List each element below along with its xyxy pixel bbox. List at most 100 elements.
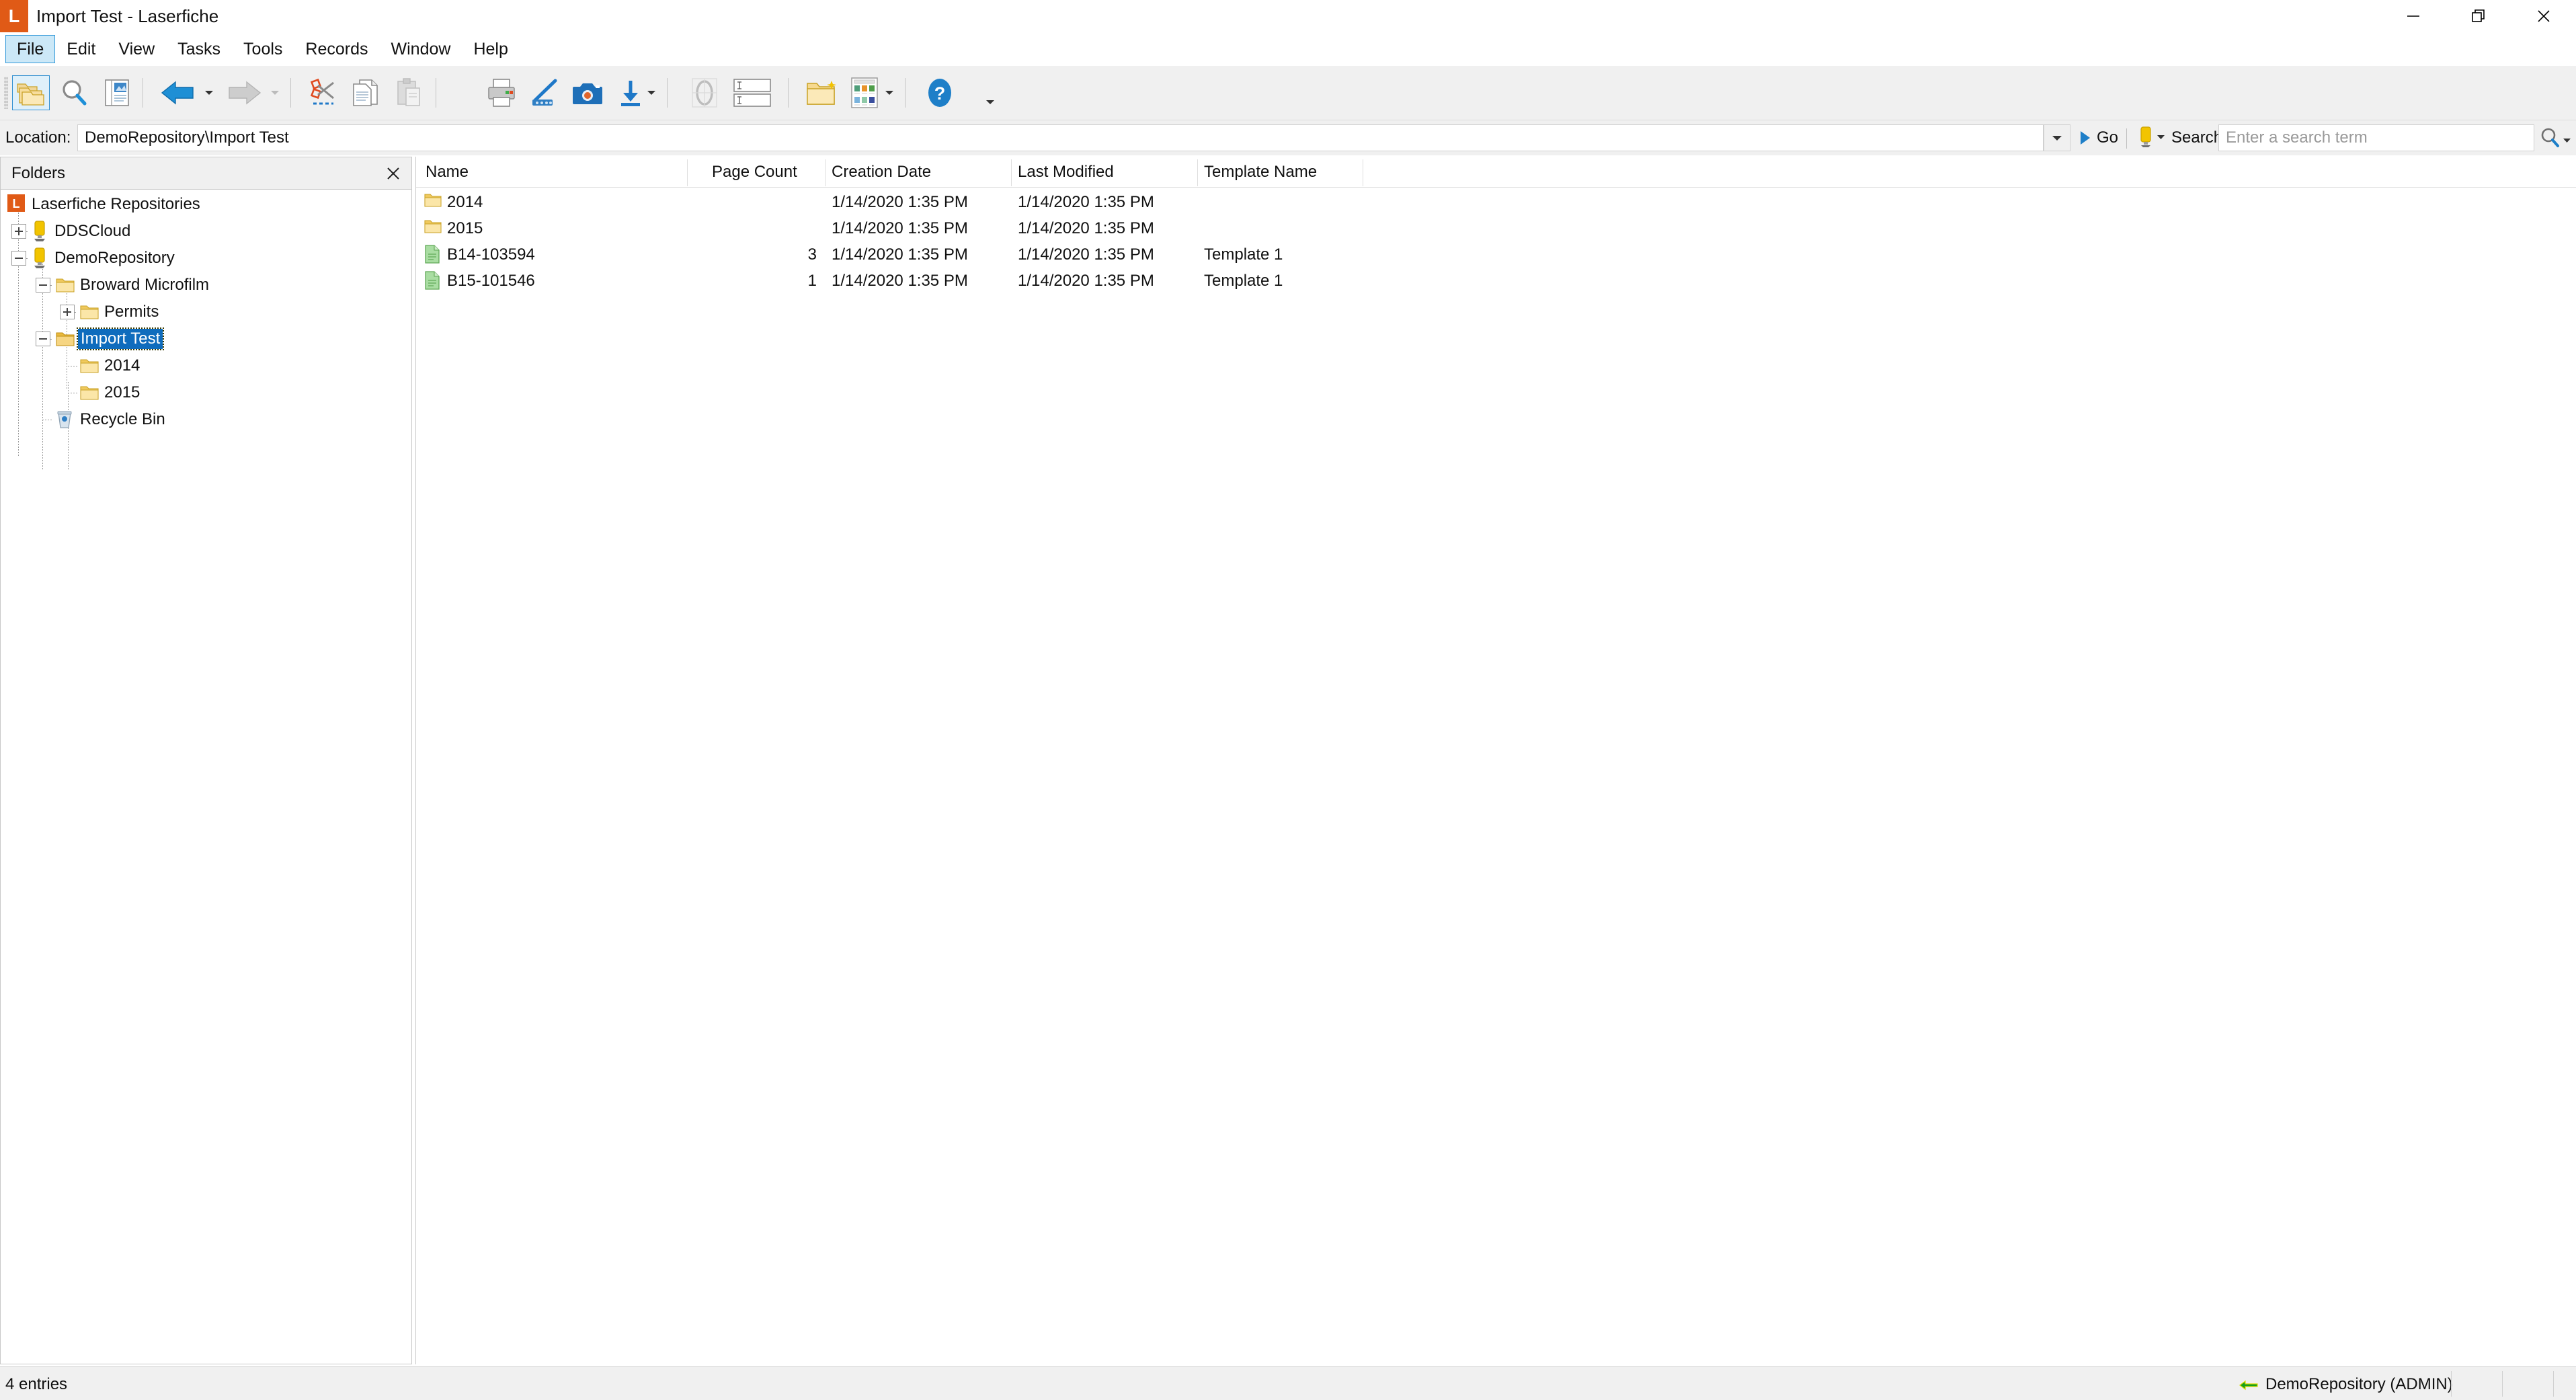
table-row[interactable]: B14-103594 3 1/14/2020 1:35 PM 1/14/2020… [416, 241, 2576, 268]
column-divider[interactable] [1011, 159, 1012, 186]
thumbnails-dropdown-icon[interactable] [885, 89, 894, 97]
column-divider[interactable] [687, 159, 688, 186]
close-icon[interactable] [2511, 0, 2576, 32]
tree-item-label: DemoRepository [54, 249, 175, 267]
tree-item-permits[interactable]: Permits [1, 299, 411, 325]
column-header-last-modified[interactable]: Last Modified [1018, 163, 1114, 182]
forward-icon[interactable] [222, 75, 266, 110]
folders-panel-header: Folders [1, 157, 411, 190]
cell-page-count: 3 [807, 245, 817, 264]
tree-item-broward-microfilm[interactable]: Broward Microfilm [1, 272, 411, 299]
expand-plus-icon[interactable] [11, 224, 26, 239]
snapshot-icon[interactable] [569, 75, 606, 110]
expand-plus-icon[interactable] [60, 305, 75, 319]
repository-icon [32, 221, 48, 245]
restore-icon[interactable] [2446, 0, 2511, 32]
minimize-icon[interactable] [2380, 0, 2446, 32]
folder-icon [56, 277, 75, 297]
collapse-minus-icon[interactable] [11, 251, 26, 266]
tree-item-label: 2015 [104, 383, 140, 401]
menu-edit[interactable]: Edit [55, 35, 107, 63]
title-bar: L Import Test - Laserfiche [0, 0, 2576, 32]
menu-records[interactable]: Records [294, 35, 379, 63]
location-value: DemoRepository\Import Test [85, 128, 289, 147]
laserfiche-logo-icon: L [7, 194, 25, 215]
go-button[interactable]: Go [2079, 127, 2118, 149]
cell-page-count: 1 [807, 272, 817, 290]
import-dropdown-icon[interactable] [647, 89, 656, 97]
menu-view[interactable]: View [107, 35, 166, 63]
copy-icon[interactable] [347, 75, 385, 110]
tree-item-recycle-bin[interactable]: Recycle Bin [1, 406, 411, 433]
column-header-name[interactable]: Name [426, 163, 469, 182]
cell-last-modified: 1/14/2020 1:35 PM [1018, 193, 1154, 211]
repository-dropdown-icon [2157, 135, 2165, 139]
cell-name: B15-101546 [447, 272, 535, 290]
folder-icon [424, 219, 442, 238]
tree-item-demorepository[interactable]: DemoRepository [1, 245, 411, 272]
column-header-page-count[interactable]: Page Count [712, 163, 797, 182]
folder-icon [80, 385, 99, 404]
toolbar-separator [788, 78, 789, 108]
column-divider[interactable] [1197, 159, 1198, 186]
tree-item-2015[interactable]: 2015 [1, 379, 411, 406]
search-icon[interactable] [55, 75, 93, 110]
paste-icon[interactable] [390, 75, 428, 110]
column-header-template-name[interactable]: Template Name [1204, 163, 1317, 182]
tree-item-ddscloud[interactable]: DDSCloud [1, 218, 411, 245]
location-bar: Location: DemoRepository\Import Test Go … [0, 120, 2576, 155]
tree-item-label: Import Test [76, 327, 165, 350]
menu-tasks[interactable]: Tasks [166, 35, 232, 63]
column-divider[interactable] [825, 159, 826, 186]
help-icon[interactable]: ? [921, 75, 959, 110]
table-row[interactable]: 2014 1/14/2020 1:35 PM 1/14/2020 1:35 PM [416, 189, 2576, 215]
cell-name: B14-103594 [447, 245, 535, 264]
close-icon[interactable] [382, 163, 405, 184]
back-icon[interactable] [156, 75, 200, 110]
tree-item-2014[interactable]: 2014 [1, 352, 411, 379]
forward-dropdown-icon[interactable] [270, 89, 280, 97]
search-submit-icon[interactable] [2540, 127, 2560, 152]
thumbnails-icon[interactable] [846, 75, 883, 110]
fields-icon[interactable] [729, 75, 776, 110]
location-input[interactable]: DemoRepository\Import Test [77, 124, 2044, 151]
entries-count-label: 4 entries [5, 1375, 68, 1393]
column-header-creation-date[interactable]: Creation Date [832, 163, 931, 182]
document-icon [424, 271, 440, 293]
cell-creation-date: 1/14/2020 1:35 PM [832, 193, 968, 211]
search-repository-selector[interactable] [2138, 126, 2165, 149]
collapse-minus-icon[interactable] [36, 332, 50, 346]
location-dropdown-icon[interactable] [2044, 124, 2070, 151]
print-icon[interactable] [483, 75, 520, 110]
search-input[interactable]: Enter a search term [2218, 124, 2534, 151]
status-bar: 4 entries DemoRepository (ADMIN) [0, 1366, 2576, 1400]
folder-tree: L Laserfiche Repositories DDSCloud DemoR… [1, 191, 411, 469]
table-row[interactable]: B15-101546 1 1/14/2020 1:35 PM 1/14/2020… [416, 268, 2576, 294]
back-dropdown-icon[interactable] [204, 89, 214, 97]
tree-item-import-test[interactable]: Import Test [1, 325, 411, 352]
search-options-dropdown-icon[interactable] [2563, 135, 2571, 147]
scan-icon[interactable] [526, 75, 563, 110]
cut-icon[interactable] [304, 75, 341, 110]
toolbar-grip[interactable] [4, 77, 8, 109]
menu-file[interactable]: File [5, 35, 56, 63]
menu-help[interactable]: Help [462, 35, 519, 63]
collapse-minus-icon[interactable] [36, 278, 50, 293]
cell-last-modified: 1/14/2020 1:35 PM [1018, 219, 1154, 237]
new-folder-icon[interactable] [803, 75, 840, 110]
laserfiche-logo-icon: L [0, 0, 28, 32]
table-row[interactable]: 2015 1/14/2020 1:35 PM 1/14/2020 1:35 PM [416, 215, 2576, 241]
menu-tools[interactable]: Tools [232, 35, 294, 63]
browse-folders-icon[interactable] [12, 75, 50, 110]
cell-name: 2014 [447, 193, 483, 211]
cell-template-name: Template 1 [1204, 245, 1283, 264]
menu-window[interactable]: Window [380, 35, 462, 63]
annotations-icon[interactable] [686, 75, 723, 110]
go-label: Go [2097, 128, 2119, 147]
import-icon[interactable] [612, 75, 649, 110]
window-title: Import Test - Laserfiche [36, 6, 219, 26]
help-dropdown-icon[interactable] [985, 98, 995, 106]
tree-item-laserfiche-repositories[interactable]: L Laserfiche Repositories [1, 191, 411, 218]
svg-text:?: ? [934, 83, 946, 104]
document-viewer-icon[interactable] [98, 75, 136, 110]
